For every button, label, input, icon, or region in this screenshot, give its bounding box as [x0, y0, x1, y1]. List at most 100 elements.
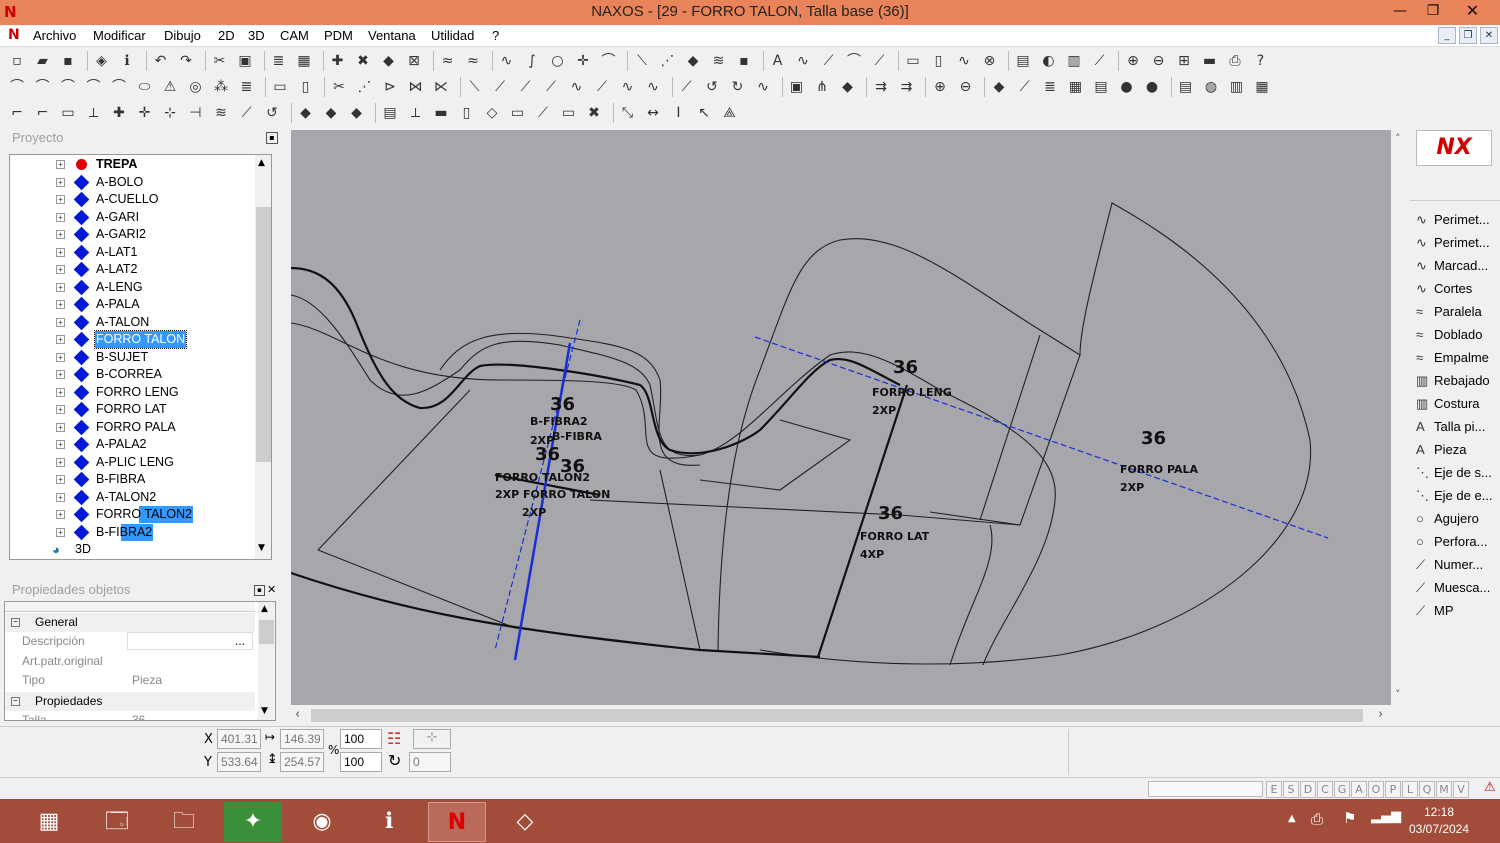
tool-item[interactable]: ∿ Marcad...: [1416, 255, 1500, 277]
toolbar-tool-icon[interactable]: ↖: [695, 104, 713, 122]
mode-toggle-button[interactable]: S: [1283, 781, 1299, 798]
naxos-app-icon[interactable]: N: [428, 802, 486, 842]
flag-icon[interactable]: ⚑: [1343, 809, 1356, 827]
document-icon[interactable]: N: [8, 27, 20, 43]
toolbar-tool-icon[interactable]: ⌒: [110, 78, 128, 96]
clock[interactable]: 12:18 03/07/2024: [1404, 804, 1474, 838]
toolbar-tool-icon[interactable]: ≋: [710, 52, 728, 70]
toolbar-tool-icon[interactable]: ⎙: [1226, 52, 1244, 70]
expand-icon[interactable]: +: [56, 422, 65, 432]
toolbar-tool-icon[interactable]: ▭: [59, 104, 77, 122]
toolbar-tool-icon[interactable]: ⌒: [59, 78, 77, 96]
toolbar-tool-icon[interactable]: ⊠: [405, 52, 423, 70]
expand-icon[interactable]: +: [56, 475, 65, 484]
toolbar-tool-icon[interactable]: ↶: [152, 52, 170, 70]
toolbar-tool-icon[interactable]: ⟋: [593, 78, 611, 96]
toolbar-tool-icon[interactable]: ●: [1143, 78, 1161, 96]
toolbar-tool-icon[interactable]: ◍: [1202, 78, 1220, 96]
toolbar-tool-icon[interactable]: ⟂: [407, 104, 425, 122]
menu-3d[interactable]: 3D: [248, 28, 265, 43]
tree-item[interactable]: + TREPA: [10, 156, 260, 173]
toolbar-tool-icon[interactable]: ≣: [238, 78, 256, 96]
expand-icon[interactable]: +: [56, 352, 65, 362]
toolbar-tool-icon[interactable]: ▭: [509, 104, 527, 122]
tool-item[interactable]: ∿ Perimet...: [1416, 232, 1500, 254]
toolbar-tool-icon[interactable]: ⌒: [600, 52, 618, 70]
toolbar-tool-icon[interactable]: ≈: [439, 52, 457, 70]
menu-utilidad[interactable]: Utilidad: [431, 28, 474, 43]
tree-item[interactable]: + B-FIBRA2: [10, 523, 260, 541]
toolbar-tool-icon[interactable]: ∿: [568, 78, 586, 96]
toolbar-tool-icon[interactable]: ⟋: [1091, 52, 1109, 70]
tool-item[interactable]: ⋱ Eje de s...: [1416, 462, 1500, 484]
canvas-hscrollbar[interactable]: ‹ ›: [291, 707, 1391, 724]
toolbar-tool-icon[interactable]: ◆: [380, 52, 398, 70]
expand-icon[interactable]: +: [56, 282, 65, 292]
grain-axis[interactable]: [494, 319, 581, 651]
toolbar-tool-icon[interactable]: ⟂: [85, 104, 103, 122]
toolbar-tool-icon[interactable]: ⊖: [1150, 52, 1168, 70]
mode-toggle-button[interactable]: P: [1385, 781, 1401, 798]
toolbar-tool-icon[interactable]: ▤: [381, 104, 399, 122]
mdi-restore-button[interactable]: ❐: [1459, 27, 1477, 44]
toolbar-tool-icon[interactable]: ↔: [644, 104, 662, 122]
toolbar-tool-icon[interactable]: ▣: [236, 52, 254, 70]
prop-tipo[interactable]: Tipo Pieza: [5, 671, 255, 690]
expand-icon[interactable]: +: [56, 510, 65, 519]
toolbar-tool-icon[interactable]: ↻: [729, 78, 747, 96]
tree-item[interactable]: + A-TALON2: [10, 489, 260, 506]
tree-item[interactable]: + FORRO TALON2: [10, 506, 260, 523]
toolbar-tool-icon[interactable]: ✖: [585, 104, 603, 122]
props-scroll-thumb[interactable]: [259, 620, 274, 644]
toolbar-tool-icon[interactable]: ⟋: [517, 78, 535, 96]
toolbar-tool-icon[interactable]: ∿: [619, 78, 637, 96]
toolbar-tool-icon[interactable]: ◆: [322, 104, 340, 122]
toolbar-tool-icon[interactable]: ⊞: [1175, 52, 1193, 70]
toolbar-tool-icon[interactable]: ⋈: [407, 78, 425, 96]
mode-toggle-button[interactable]: E: [1266, 781, 1282, 798]
toolbar-tool-icon[interactable]: ▬: [432, 104, 450, 122]
tree-item[interactable]: + A-PALA: [10, 296, 260, 313]
scroll-down-icon[interactable]: ▼: [261, 706, 268, 716]
ellipsis-button[interactable]: ...: [235, 632, 245, 651]
restore-button[interactable]: ❐: [1418, 0, 1448, 22]
angle-field[interactable]: 0: [409, 752, 451, 772]
tree-item[interactable]: + A-LAT2: [10, 261, 260, 278]
toolbar-tool-icon[interactable]: ▰: [34, 52, 52, 70]
toolbar-tool-icon[interactable]: ▪: [735, 52, 753, 70]
expand-icon[interactable]: +: [56, 160, 65, 169]
toolbar-tool-icon[interactable]: ⟋: [871, 52, 889, 70]
toolbar-tool-icon[interactable]: ▤: [1014, 52, 1032, 70]
toolbar-tool-icon[interactable]: ▪: [59, 52, 77, 70]
scroll-up-icon[interactable]: ˄: [1395, 132, 1401, 145]
tool-item[interactable]: ≈ Paralela: [1416, 301, 1500, 323]
toolbar-tool-icon[interactable]: ⚠: [161, 78, 179, 96]
scroll-up-icon[interactable]: ▲: [258, 158, 265, 168]
toolbar-tool-icon[interactable]: ✛: [574, 52, 592, 70]
toolbar-tool-icon[interactable]: ↺: [263, 104, 281, 122]
toolbar-tool-icon[interactable]: ⟋: [491, 78, 509, 96]
toolbar-tool-icon[interactable]: ▭: [271, 78, 289, 96]
props-scrollbar[interactable]: ▲ ▼: [258, 602, 275, 720]
expand-icon[interactable]: +: [56, 405, 65, 414]
green-app-icon[interactable]: ✦: [224, 802, 282, 842]
toolbar-tool-icon[interactable]: ⋰: [356, 78, 374, 96]
scale-y-field[interactable]: 100: [340, 752, 382, 772]
mode-toggle-button[interactable]: A: [1351, 781, 1367, 798]
toolbar-tool-icon[interactable]: ⊳: [381, 78, 399, 96]
toolbar-tool-icon[interactable]: ▤: [1092, 78, 1110, 96]
tree-item[interactable]: + A-PALA2: [10, 436, 260, 453]
toolbar-tool-icon[interactable]: ≋: [212, 104, 230, 122]
canvas-hscroll-thumb[interactable]: [311, 709, 1363, 722]
expand-icon[interactable]: +: [56, 387, 65, 397]
toolbar-tool-icon[interactable]: ⤡: [619, 104, 637, 122]
tablet-app-icon[interactable]: ◇: [496, 802, 554, 842]
tool-item[interactable]: ≈ Empalme: [1416, 347, 1500, 369]
expand-icon[interactable]: +: [56, 492, 65, 502]
menu-2d[interactable]: 2D: [218, 28, 235, 43]
tool-item[interactable]: ≈ Doblado: [1416, 324, 1500, 346]
rotate-icon[interactable]: ↻: [388, 751, 401, 770]
scroll-down-icon[interactable]: ▼: [258, 543, 265, 553]
tray-arrow-icon[interactable]: ▲: [1288, 813, 1296, 824]
expand-icon[interactable]: +: [56, 247, 65, 257]
